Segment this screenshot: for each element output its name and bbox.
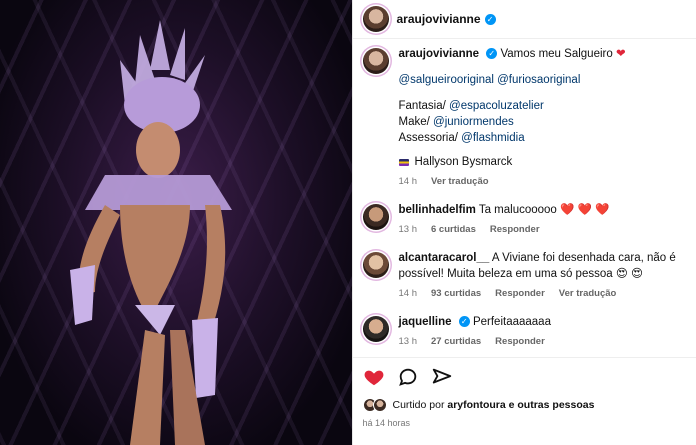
carnival-costume-figure — [70, 20, 232, 445]
reply-link[interactable]: Responder — [490, 222, 540, 238]
liked-by: Curtido por aryfontoura e outras pessoas — [362, 398, 687, 412]
post-image[interactable] — [0, 0, 352, 445]
credit-label: Fantasia/ — [398, 100, 446, 112]
comment-likes[interactable]: 6 curtidas — [431, 222, 476, 238]
heart-eyes-emojis: 😍 😍 — [615, 268, 644, 280]
reply-link[interactable]: Responder — [495, 334, 545, 350]
verified-badge-icon: ✓ — [484, 13, 496, 25]
reply-link[interactable]: Responder — [495, 286, 545, 302]
comment-time: 13 h — [398, 336, 418, 347]
translate-link[interactable]: Ver tradução — [559, 286, 617, 302]
comment-meta: 13 h 27 curtidas Responder — [399, 334, 551, 350]
comment-icon[interactable] — [397, 366, 419, 388]
avatar — [372, 398, 387, 412]
comment-time: 14 h — [398, 288, 418, 299]
credit-label: Make/ — [398, 116, 430, 128]
action-bar: Curtido por aryfontoura e outras pessoas… — [352, 357, 696, 428]
credit-mention[interactable]: @juniormendes — [433, 116, 514, 128]
credit-mention[interactable]: @flashmidia — [461, 132, 524, 144]
credit-mention[interactable]: @espacoluzatelier — [449, 100, 544, 112]
comment-username[interactable]: jaquelline — [399, 316, 452, 328]
avatar[interactable] — [362, 48, 389, 74]
timestamp: 14 h — [398, 176, 418, 187]
liked-by-suffix[interactable]: e outras pessoas — [509, 399, 595, 411]
comment-row: alcantaracarol__ A Viviane foi desenhada… — [362, 250, 687, 302]
comment-body: alcantaracarol__ A Viviane foi desenhada… — [399, 250, 687, 302]
heart-emoji: ❤ — [615, 48, 626, 60]
liked-by-user[interactable]: aryfontoura — [447, 399, 505, 411]
heart-emojis: ❤️ ❤️ ❤️ — [560, 204, 610, 216]
share-icon[interactable] — [431, 366, 453, 388]
avatar[interactable] — [362, 6, 389, 32]
caption-meta: 14 h Ver tradução — [399, 174, 626, 190]
caption-mentions[interactable]: @salgueirooriginal @furiosaoriginal — [399, 72, 626, 88]
liked-by-prefix: Curtido por — [392, 399, 445, 411]
comment-username[interactable]: alcantaracarol__ — [399, 252, 490, 264]
comment-body: jaquelline ✓ Perfeitaaaaaaa 13 h 27 curt… — [399, 314, 551, 350]
photo-credit: Hallyson Bysmarck — [398, 154, 626, 170]
caption-body: araujovivianne ✓ Vamos meu Salgueiro ❤ @… — [398, 46, 626, 190]
comment-body: bellinhadelfim Ta malucooooo ❤️ ❤️ ❤️ 13… — [399, 202, 610, 238]
photo-credit-text: Hallyson Bysmarck — [414, 156, 513, 168]
post-header: araujovivianne ✓ — [352, 0, 696, 39]
comment-likes[interactable]: 27 curtidas — [431, 334, 481, 350]
comment-text: Perfeitaaaaaaa — [472, 316, 551, 328]
credit-label: Assessoria/ — [398, 132, 458, 144]
comment-row: jaquelline ✓ Perfeitaaaaaaa 13 h 27 curt… — [362, 314, 687, 350]
avatar[interactable] — [362, 204, 389, 230]
verified-badge-icon: ✓ — [486, 48, 498, 60]
comment-time: 13 h — [398, 224, 418, 235]
caption-username[interactable]: araujovivianne — [399, 48, 480, 60]
heart-icon[interactable] — [363, 366, 385, 388]
caption-row: araujovivianne ✓ Vamos meu Salgueiro ❤ @… — [362, 46, 687, 190]
credit-line: Make/ @juniormendes — [399, 114, 626, 130]
post-side-panel: araujovivianne ✓ araujovivianne ✓ Vamos … — [351, 0, 696, 445]
comment-likes[interactable]: 93 curtidas — [431, 286, 481, 302]
translate-link[interactable]: Ver tradução — [431, 174, 489, 190]
header-username[interactable]: araujovivianne — [397, 12, 481, 26]
verified-badge-icon: ✓ — [458, 316, 470, 328]
comment-row: bellinhadelfim Ta malucooooo ❤️ ❤️ ❤️ 13… — [362, 202, 687, 238]
camera-icon — [398, 158, 409, 166]
caption-text: Vamos meu Salgueiro — [500, 48, 613, 60]
comment-meta: 13 h 6 curtidas Responder — [399, 222, 610, 238]
avatar[interactable] — [362, 252, 389, 278]
credit-line: Assessoria/ @flashmidia — [399, 130, 626, 146]
comment-meta: 14 h 93 curtidas Responder Ver tradução — [399, 286, 687, 302]
credit-line: Fantasia/ @espacoluzatelier — [399, 98, 626, 114]
post-timestamp: há 14 horas — [362, 418, 411, 428]
comment-text: Ta malucooooo — [478, 204, 557, 216]
comments-section: araujovivianne ✓ Vamos meu Salgueiro ❤ @… — [362, 46, 687, 362]
icon-row — [363, 366, 687, 388]
avatar[interactable] — [362, 316, 389, 342]
comment-username[interactable]: bellinhadelfim — [399, 204, 476, 216]
